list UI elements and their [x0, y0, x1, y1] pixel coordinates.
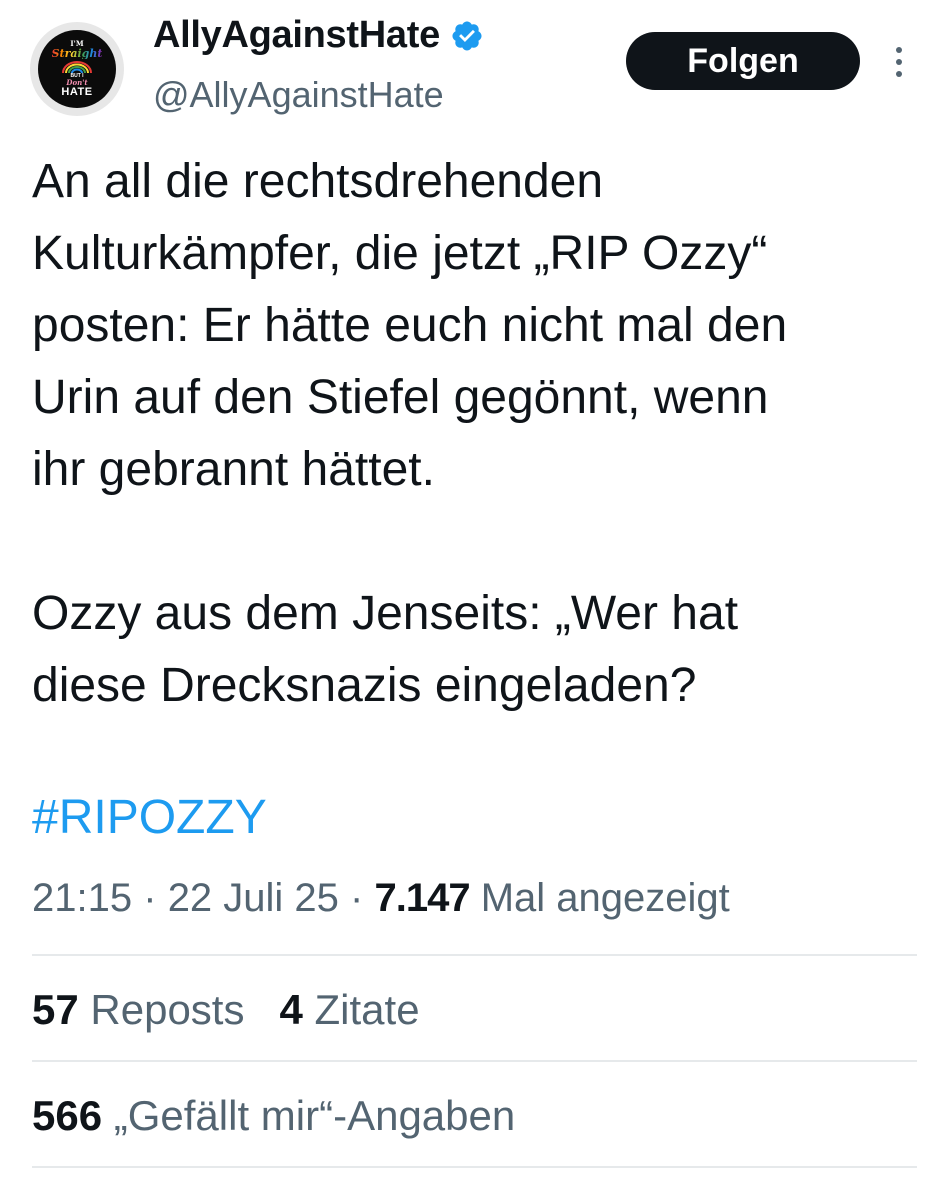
- more-vertical-icon[interactable]: [888, 42, 910, 82]
- views-label: Mal angezeigt: [480, 876, 730, 920]
- quotes-stat[interactable]: 4 Zitate: [279, 986, 419, 1033]
- meta-separator: ·: [350, 876, 364, 920]
- tweet-text: An all die rechtsdrehenden Kulturkämpfer…: [32, 146, 932, 722]
- tweet-line: Ozzy aus dem Jenseits: „Wer hat: [32, 587, 739, 640]
- tweet-line: Kulturkämpfer, die jetzt „RIP Ozzy“: [32, 227, 768, 280]
- divider: [32, 1060, 917, 1062]
- display-name[interactable]: AllyAgainstHate: [153, 14, 440, 57]
- avatar-image: I'M Straight BUT I Don't HATE: [38, 30, 116, 108]
- quotes-count: 4: [279, 986, 303, 1033]
- reposts-label: Reposts: [90, 986, 245, 1033]
- quotes-label: Zitate: [314, 986, 420, 1033]
- tweet-line: Urin auf den Stiefel gegönnt, wenn: [32, 371, 769, 424]
- author-handle[interactable]: @AllyAgainstHate: [153, 74, 444, 116]
- likes-label: „Gefällt mir“-Angaben: [113, 1092, 516, 1139]
- rainbow-icon: [62, 61, 92, 73]
- verified-badge-icon[interactable]: [450, 19, 484, 53]
- tweet-line: ihr gebrannt hättet.: [32, 443, 435, 496]
- tweet-line: An all die rechtsdrehenden: [32, 155, 604, 208]
- tweet-line-blank: [32, 506, 932, 578]
- reposts-count: 57: [32, 986, 79, 1033]
- avatar[interactable]: I'M Straight BUT I Don't HATE: [30, 22, 124, 116]
- author-name-row: AllyAgainstHate: [153, 14, 484, 57]
- tweet-date[interactable]: 22 Juli 25: [168, 876, 339, 920]
- views-count: 7.147: [374, 876, 471, 920]
- hashtag-link[interactable]: #RIPOZZY: [32, 782, 267, 854]
- avatar-text-straight: Straight: [51, 47, 103, 60]
- meta-separator: ·: [143, 876, 157, 920]
- engagement-row: 57 Reposts 4 Zitate: [32, 980, 420, 1040]
- tweet-meta: 21:15 · 22 Juli 25 · 7.147 Mal angezeigt: [32, 866, 730, 930]
- divider: [32, 954, 917, 956]
- follow-button[interactable]: Folgen: [626, 32, 860, 90]
- likes-count: 566: [32, 1092, 103, 1139]
- avatar-text-dont: Don't: [66, 78, 88, 87]
- avatar-text-im: I'M: [70, 39, 84, 48]
- tweet-line: posten: Er hätte euch nicht mal den: [32, 299, 788, 352]
- tweet-line: diese Drecksnazis eingeladen?: [32, 659, 697, 712]
- reposts-stat[interactable]: 57 Reposts: [32, 986, 244, 1033]
- divider: [32, 1166, 917, 1168]
- tweet-time[interactable]: 21:15: [32, 876, 132, 920]
- likes-row[interactable]: 566 „Gefällt mir“-Angaben: [32, 1086, 515, 1146]
- avatar-text-hate: HATE: [61, 86, 93, 98]
